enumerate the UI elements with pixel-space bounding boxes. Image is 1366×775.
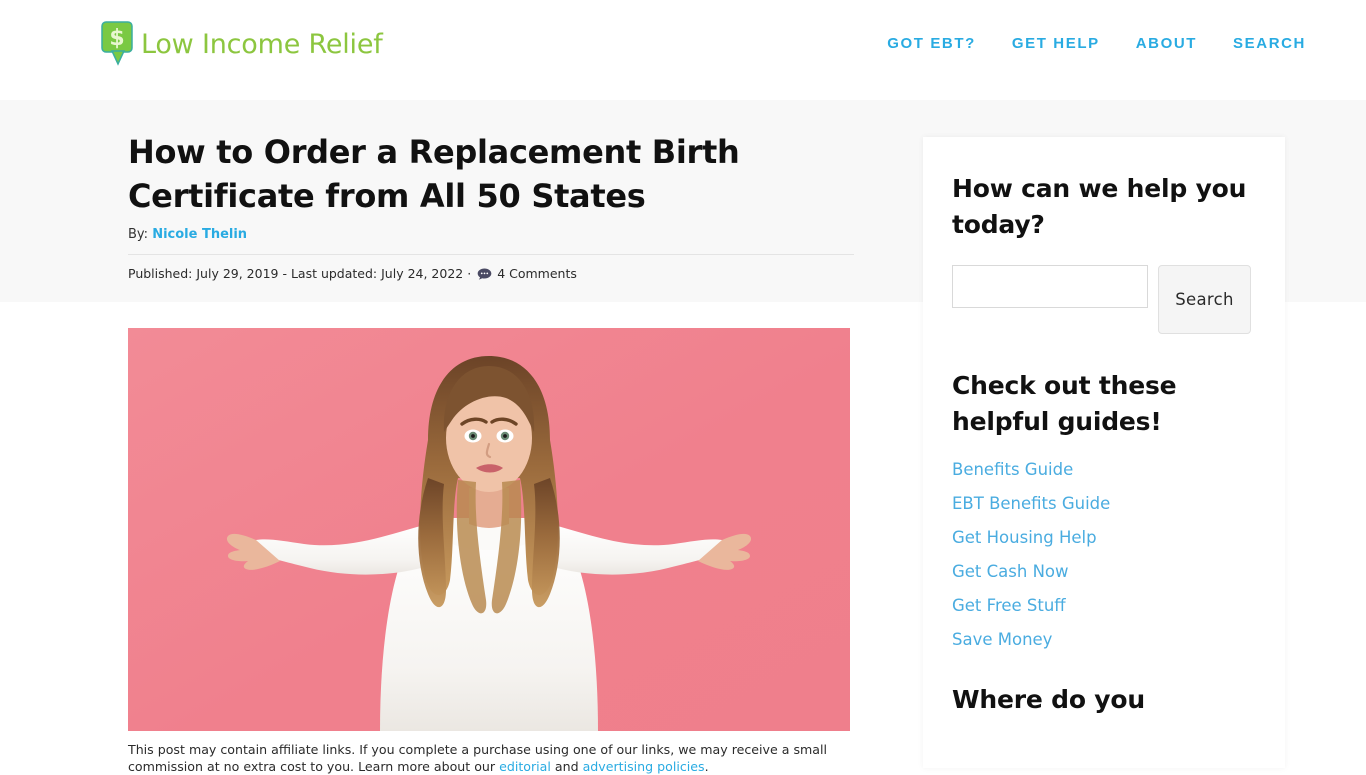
- byline: By: Nicole Thelin: [128, 227, 854, 242]
- search-input[interactable]: [952, 264, 1148, 308]
- site-logo-text: Low Income Relief: [141, 28, 383, 60]
- sidebar: How can we help you today? Search Check …: [923, 137, 1285, 768]
- comment-bubble-icon: [477, 268, 492, 280]
- editorial-policy-link[interactable]: editorial: [499, 759, 551, 774]
- advertising-policy-link[interactable]: advertising policies: [583, 759, 705, 774]
- nav-item-search[interactable]: SEARCH: [1233, 35, 1306, 52]
- dollar-pin-icon: $: [99, 20, 137, 68]
- search-button[interactable]: Search: [1158, 264, 1251, 334]
- list-item: Get Free Stuff: [952, 596, 1256, 616]
- affiliate-disclosure: This post may contain affiliate links. I…: [128, 741, 850, 775]
- shrugging-woman-photo: [128, 328, 850, 731]
- affiliate-text-part3: .: [704, 759, 709, 774]
- list-item: Benefits Guide: [952, 460, 1256, 480]
- guide-link-save-money[interactable]: Save Money: [952, 630, 1052, 649]
- list-item: Get Housing Help: [952, 528, 1256, 548]
- site-header: $ Low Income Relief GOT EBT? GET HELP AB…: [0, 0, 1366, 100]
- nav-item-about[interactable]: ABOUT: [1136, 35, 1197, 52]
- guide-link-get-housing-help[interactable]: Get Housing Help: [952, 528, 1097, 547]
- affiliate-text-part1: This post may contain affiliate links. I…: [128, 742, 828, 774]
- guide-link-benefits-guide[interactable]: Benefits Guide: [952, 460, 1073, 479]
- sidebar-search-form: Search: [952, 264, 1256, 334]
- page-title: How to Order a Replacement Birth Certifi…: [128, 133, 740, 215]
- site-logo[interactable]: $ Low Income Relief: [99, 20, 383, 68]
- primary-navigation: GOT EBT? GET HELP ABOUT SEARCH: [887, 35, 1306, 52]
- author-link[interactable]: Nicole Thelin: [152, 227, 247, 242]
- nav-item-get-help[interactable]: GET HELP: [1012, 35, 1100, 52]
- guide-link-get-cash-now[interactable]: Get Cash Now: [952, 562, 1069, 581]
- guides-widget-title: Check out these helpful guides!: [952, 370, 1177, 436]
- affiliate-text-part2: and: [550, 759, 583, 774]
- comments-count[interactable]: 4 Comments: [497, 266, 577, 281]
- list-item: Save Money: [952, 630, 1256, 650]
- list-item: Get Cash Now: [952, 562, 1256, 582]
- list-item: EBT Benefits Guide: [952, 494, 1256, 514]
- featured-image: [128, 328, 850, 731]
- guide-link-ebt-benefits-guide[interactable]: EBT Benefits Guide: [952, 494, 1110, 513]
- nav-item-got-ebt[interactable]: GOT EBT?: [887, 35, 976, 52]
- help-widget-title: How can we help you today?: [952, 174, 1247, 240]
- svg-text:$: $: [109, 26, 124, 51]
- entry-header: How to Order a Replacement Birth Certifi…: [128, 131, 854, 281]
- article-body: This post may contain affiliate links. I…: [128, 302, 854, 775]
- meta-divider: [128, 254, 854, 256]
- entry-meta: Published: July 29, 2019 - Last updated:…: [128, 266, 854, 281]
- byline-label: By:: [128, 227, 149, 243]
- location-widget-title: Where do you: [952, 685, 1145, 714]
- publish-dates: Published: July 29, 2019 - Last updated:…: [128, 266, 472, 282]
- guides-list: Benefits Guide EBT Benefits Guide Get Ho…: [952, 460, 1256, 650]
- guide-link-get-free-stuff[interactable]: Get Free Stuff: [952, 596, 1066, 615]
